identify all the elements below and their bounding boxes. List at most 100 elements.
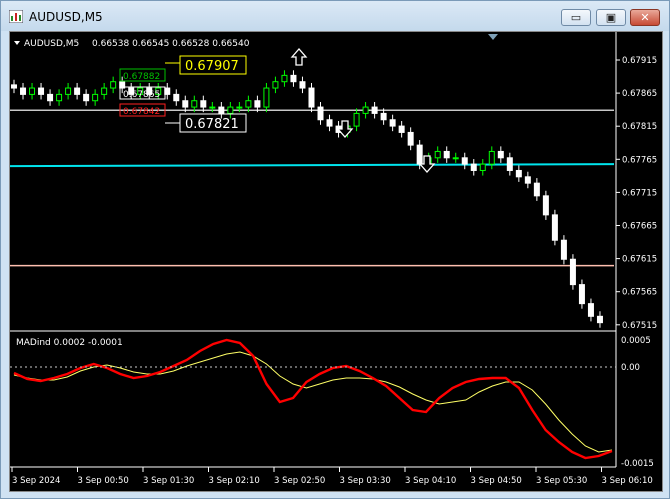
- candle-body: [308, 87, 315, 108]
- price-axis-label: 0.67615: [622, 255, 657, 265]
- arrow-up-icon[interactable]: [290, 48, 308, 66]
- candle-body: [407, 131, 414, 146]
- candle-body: [461, 157, 468, 165]
- candle-body: [56, 93, 63, 102]
- candle-body: [173, 93, 180, 102]
- time-axis-label: 3 Sep 03:30: [340, 476, 391, 486]
- candle-body: [515, 169, 522, 178]
- candle-body: [182, 100, 189, 108]
- candle-body: [542, 195, 549, 216]
- time-axis-label: 3 Sep 02:10: [209, 476, 260, 486]
- close-icon: ✕: [640, 11, 650, 24]
- candle-body: [578, 284, 585, 305]
- candle-body: [254, 100, 261, 108]
- candle-body: [398, 125, 405, 133]
- candle-body: [65, 87, 72, 95]
- candle-body: [497, 150, 504, 159]
- candle-body: [20, 87, 27, 95]
- window-title: AUDUSD,M5: [29, 10, 103, 24]
- white-level-text: 0.67865: [123, 90, 160, 100]
- candle-body: [434, 150, 441, 159]
- candle-body: [299, 81, 306, 89]
- time-axis-label: 3 Sep 00:50: [78, 476, 129, 486]
- chart-shift-marker[interactable]: [488, 34, 498, 40]
- candle-body: [353, 112, 360, 127]
- candle-body: [596, 315, 603, 324]
- time-axis-label: 3 Sep 01:30: [143, 476, 194, 486]
- candle-body: [506, 157, 513, 171]
- chart-symbol-label: AUDUSD,M5: [24, 39, 79, 49]
- chart-area[interactable]: AUDUSD,M5 0.66538 0.66545 0.66528 0.6654…: [9, 31, 663, 492]
- candle-body: [317, 106, 324, 121]
- lower-target-text: 0.67821: [185, 117, 239, 132]
- candle-body: [74, 87, 81, 95]
- candle-body: [380, 112, 387, 121]
- chart-window: AUDUSD,M5 ▭ ▣ ✕ AUDUSD,M5 0.66538 0.6654…: [0, 0, 670, 499]
- triangle-down-icon[interactable]: [14, 41, 20, 45]
- candle-body: [587, 303, 594, 317]
- time-axis-label: 3 Sep 04:50: [471, 476, 522, 486]
- candle-body: [263, 87, 270, 108]
- candle-body: [452, 157, 459, 160]
- candle-body: [245, 100, 252, 108]
- candle-body: [551, 214, 558, 241]
- candle-body: [416, 144, 423, 165]
- chart-ohlc-label: 0.66538 0.66545 0.66528 0.66540: [92, 39, 250, 49]
- price-axis-label: 0.67715: [622, 188, 657, 198]
- candle-body: [200, 100, 207, 108]
- candle-body: [110, 81, 117, 89]
- candle-body: [290, 74, 297, 83]
- candle-body: [38, 87, 45, 95]
- candle-body: [470, 163, 477, 171]
- price-axis-label: 0.67665: [622, 222, 657, 232]
- candle-body: [11, 84, 17, 89]
- candle-body: [29, 87, 36, 95]
- candle-body: [101, 87, 108, 95]
- candle-body: [488, 150, 495, 165]
- candle-body: [227, 106, 234, 114]
- price-axis-label: 0.67515: [622, 321, 657, 331]
- candle-body: [389, 119, 396, 127]
- price-axis-label: 0.67765: [622, 155, 657, 165]
- candle-body: [371, 106, 378, 114]
- candle-body: [281, 74, 288, 83]
- price-axis-label: 0.67865: [622, 89, 657, 99]
- time-axis-label: 3 Sep 04:10: [405, 476, 456, 486]
- indicator-axis-bottom: -0.0015: [621, 459, 654, 469]
- time-axis-label: 3 Sep 06:10: [602, 476, 653, 486]
- candle-body: [479, 163, 486, 171]
- maximize-button[interactable]: ▣: [596, 9, 626, 26]
- candle-body: [362, 106, 369, 114]
- title-bar[interactable]: AUDUSD,M5 ▭ ▣ ✕: [1, 1, 669, 31]
- candle-body: [533, 182, 540, 197]
- time-axis-label: 3 Sep 05:30: [536, 476, 587, 486]
- candle-body: [569, 258, 576, 286]
- candle-body: [272, 81, 279, 89]
- candle-body: [164, 87, 171, 95]
- minimize-icon: ▭: [570, 11, 582, 24]
- candle-body: [92, 93, 99, 102]
- price-chart[interactable]: AUDUSD,M5 0.66538 0.66545 0.66528 0.6654…: [10, 32, 662, 491]
- price-axis-label: 0.67815: [622, 122, 657, 132]
- candle-body: [236, 106, 243, 109]
- candle-body: [83, 93, 90, 102]
- indicator-axis-zero: 0.00: [621, 363, 640, 373]
- candle-body: [209, 106, 216, 109]
- indicator-red-line: [13, 338, 613, 460]
- red-level-text: 0.67842: [123, 107, 160, 117]
- horizontal-level-line[interactable]: [10, 163, 615, 168]
- time-axis-label: 3 Sep 02:50: [274, 476, 325, 486]
- candle-body: [524, 176, 531, 184]
- minimize-button[interactable]: ▭: [561, 9, 591, 26]
- candle-body: [47, 93, 54, 102]
- price-axis-label: 0.67565: [622, 288, 657, 298]
- maximize-icon: ▣: [605, 11, 617, 24]
- upper-target-text: 0.67907: [185, 59, 239, 74]
- arrow-down-icon[interactable]: [336, 120, 354, 138]
- time-axis-label: 3 Sep 2024: [12, 476, 60, 486]
- close-button[interactable]: ✕: [630, 9, 660, 26]
- candle-body: [443, 150, 450, 159]
- price-axis-label: 0.67915: [622, 56, 657, 66]
- candle-body: [326, 119, 333, 127]
- indicator-axis-top: 0.0005: [621, 336, 651, 346]
